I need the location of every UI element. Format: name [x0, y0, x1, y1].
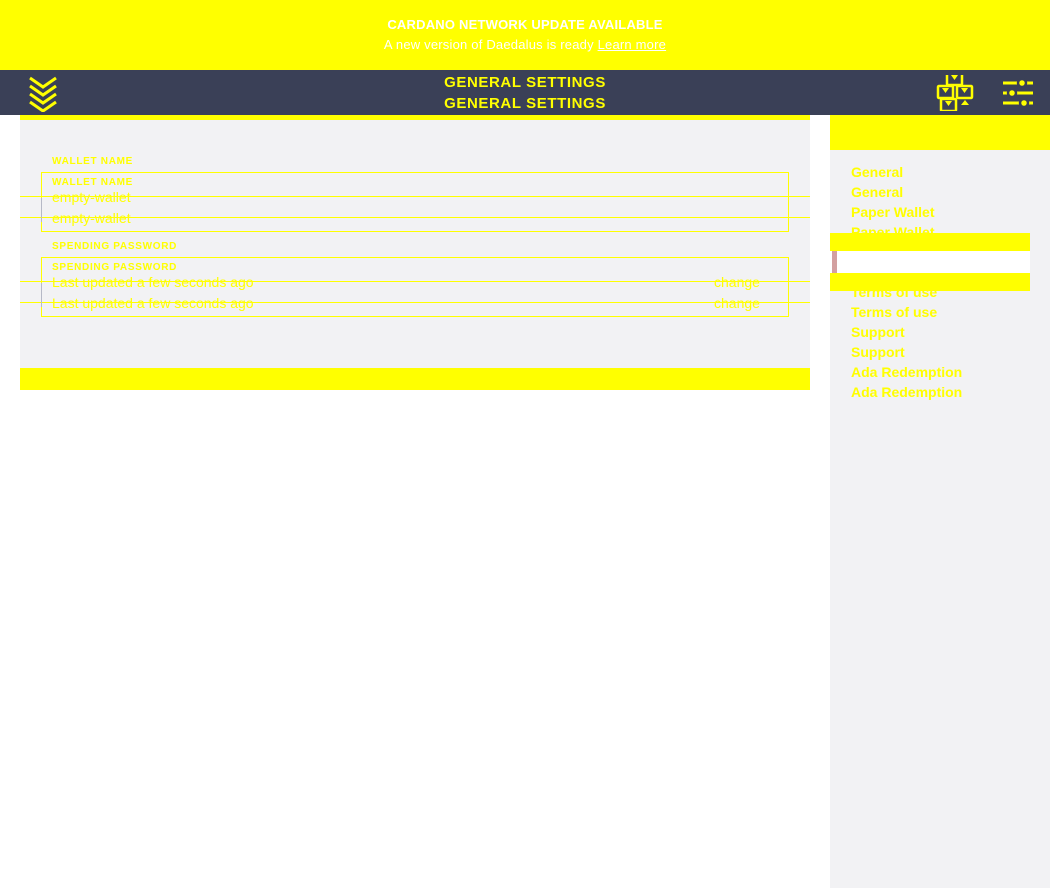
settings-content-panel: WALLET NAME WALLET NAME empty-wallet emp… [20, 120, 810, 390]
menu-item-ada-redemption-label: Ada Redemption [851, 364, 963, 380]
menu-item-support-label: Support [851, 324, 905, 340]
spending-password-value: Last updated a few seconds ago [52, 274, 254, 290]
panel-footer-bar [20, 368, 810, 390]
menu-item-support[interactable]: Support [830, 322, 1050, 342]
menu-active-highlight [830, 251, 1030, 273]
band-notch-left [0, 115, 20, 150]
menu-item-ada-redemption-ghost: Ada Redemption [830, 382, 1050, 402]
menu-item-support-label-ghost: Support [851, 344, 905, 360]
page-title: GENERAL SETTINGS GENERAL SETTINGS [0, 70, 1050, 115]
menu-item-ada-redemption[interactable]: Ada Redemption [830, 362, 1050, 382]
menu-item-terms-of-use-label-ghost: Terms of use [851, 304, 938, 320]
change-password-button-ghost: change [714, 295, 760, 311]
wallets-nav-button[interactable] [934, 73, 978, 113]
page-title-text: GENERAL SETTINGS [444, 73, 606, 91]
wallet-name-underline-1 [20, 196, 810, 197]
wallets-grid-icon [936, 74, 976, 111]
spending-password-label: SPENDING PASSWORD [52, 241, 178, 252]
news-banner: CARDANO NETWORK UPDATE AVAILABLE A new v… [0, 0, 1050, 70]
top-bar: GENERAL SETTINGS GENERAL SETTINGS [0, 70, 1050, 115]
menu-item-terms-of-use-ghost: Terms of use [830, 302, 1050, 322]
menu-overlay-upper [830, 233, 1030, 251]
app-window: CARDANO NETWORK UPDATE AVAILABLE A new v… [0, 0, 1050, 888]
band-notch-right [810, 115, 830, 150]
menu-item-paper-wallet[interactable]: Paper Wallet [830, 202, 1050, 222]
wallet-name-value-ghost: empty-wallet [52, 210, 131, 226]
change-password-button[interactable]: change [714, 274, 760, 290]
wallet-name-focus-bar [41, 198, 42, 222]
spending-password-label-ghost: SPENDING PASSWORD [52, 262, 178, 273]
page-title-text-ghost: GENERAL SETTINGS [444, 94, 606, 112]
menu-item-general-label-ghost: General [851, 184, 904, 200]
spending-password-focus-bar [41, 283, 42, 307]
news-banner-line-1: CARDANO NETWORK UPDATE AVAILABLE [387, 17, 663, 32]
topbar-icon-group [934, 70, 1040, 115]
menu-item-paper-wallet-label: Paper Wallet [851, 204, 935, 220]
news-banner-link[interactable]: Learn more [598, 37, 666, 52]
spending-password-value-ghost: Last updated a few seconds ago [52, 295, 254, 311]
menu-item-general-ghost: General [830, 182, 1050, 202]
news-banner-line-2: A new version of Daedalus is ready Learn… [384, 35, 666, 55]
wallet-name-underline-2 [20, 217, 810, 218]
menu-item-support-ghost: Support [830, 342, 1050, 362]
menu-overlay-lower [830, 273, 1030, 291]
wallet-name-value: empty-wallet [52, 189, 131, 205]
wallet-name-input-box[interactable] [41, 172, 789, 232]
wallet-name-label: WALLET NAME [52, 156, 134, 167]
menu-item-general[interactable]: General [830, 162, 1050, 182]
settings-sliders-icon [1000, 75, 1036, 111]
settings-nav-button[interactable] [996, 73, 1040, 113]
daedalus-logo[interactable] [24, 74, 62, 112]
menu-item-general-label: General [851, 164, 904, 180]
news-banner-message: A new version of Daedalus is ready [383, 37, 594, 52]
menu-active-marker [832, 251, 837, 273]
menu-item-ada-redemption-label-ghost: Ada Redemption [851, 384, 963, 400]
wallet-name-label-ghost: WALLET NAME [52, 177, 134, 188]
